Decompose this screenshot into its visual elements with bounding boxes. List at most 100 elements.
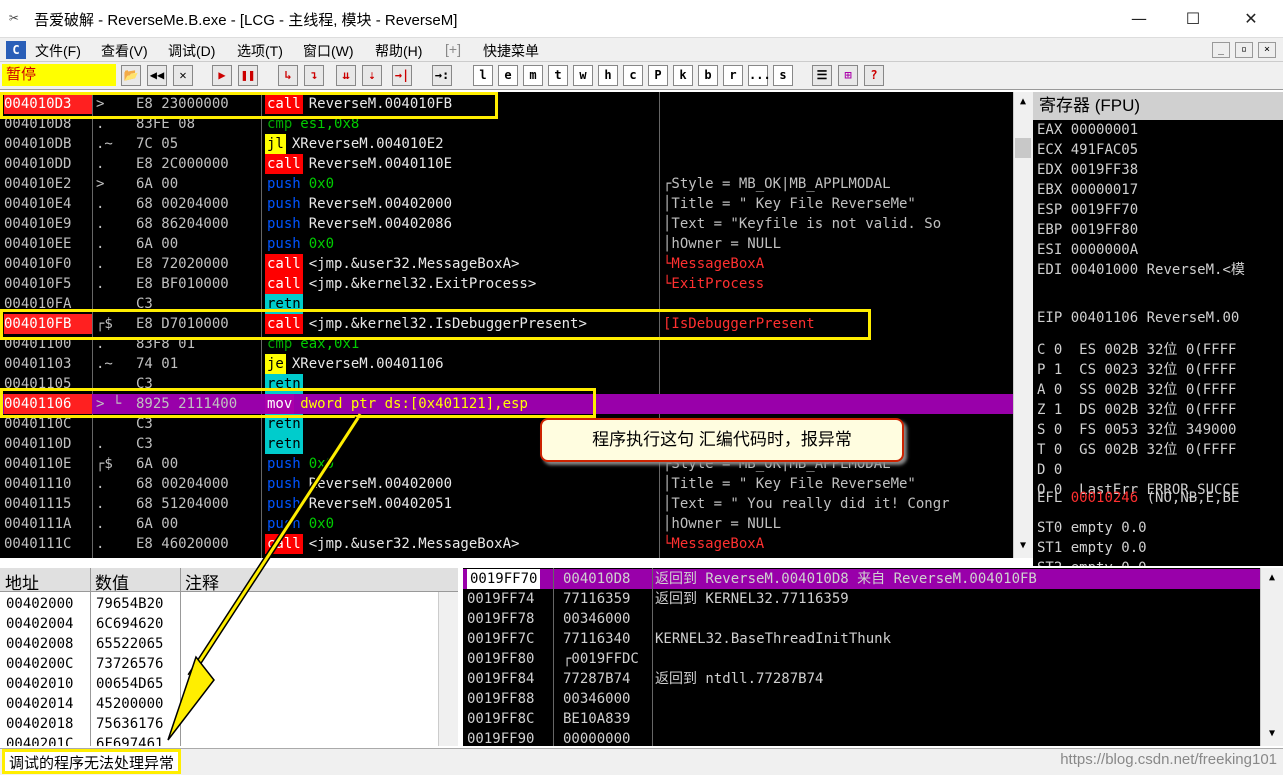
menu-file[interactable]: 文件(F) [35, 41, 81, 61]
run-button[interactable]: ▶ [212, 65, 232, 86]
register-extra: ReverseM.<模 [1146, 262, 1245, 278]
dump-address: 00402004 [6, 616, 74, 632]
disasm-address: 00401103 [4, 356, 72, 372]
disasm-marker: . [96, 496, 105, 512]
stack-scrollbar[interactable]: ▲ ▼ [1260, 568, 1283, 746]
mdi-restore-button[interactable]: ▫ [1235, 42, 1253, 58]
memory-button[interactable]: m [523, 65, 543, 86]
step-over-button[interactable]: ↴ [304, 65, 324, 86]
menu-view[interactable]: 查看(V) [101, 41, 148, 61]
breakpoints-button[interactable]: b [698, 65, 718, 86]
cpu-button[interactable]: c [623, 65, 643, 86]
fpu-row: ST1 empty 0.0 [1037, 540, 1147, 556]
disasm-marker: . [96, 516, 105, 532]
trace-over-button[interactable]: ⇣ [362, 65, 382, 86]
disasm-row[interactable]: 004010F5. E8 BF010000 call <jmp.&kernel32.E… [0, 274, 1013, 294]
threads-button[interactable]: t [548, 65, 568, 86]
pause-button[interactable]: ❚❚ [238, 65, 258, 86]
fpu-row: ST2 empty 0.0 [1037, 558, 1147, 566]
disassembly-scrollbar[interactable]: ▲ ▼ [1013, 92, 1033, 558]
dump-scrollbar[interactable] [438, 592, 458, 746]
disasm-row[interactable]: 00401103 .~ 74 01 je XReverseM.00401106 [0, 354, 1013, 374]
disasm-row[interactable]: 0040111C. E8 46020000 call <jmp.&user32.Mes… [0, 534, 1013, 554]
mdi-close-button[interactable]: × [1258, 42, 1276, 58]
disasm-row[interactable]: 004010EE. 6A 00 push 0x0 │hOwner = NULL [0, 234, 1013, 254]
title-bar: ✂ 吾爱破解 - ReverseMe.B.exe - [LCG - 主线程, 模… [0, 0, 1283, 38]
disasm-address: 004010DB [4, 136, 72, 152]
maximize-button[interactable]: ☐ [1170, 4, 1216, 34]
patches-button[interactable]: P [648, 65, 668, 86]
disasm-row[interactable]: 004010E4. 68 00204000 push ReverseM.0040200… [0, 194, 1013, 214]
disasm-hex: E8 72020000 [136, 256, 229, 272]
register-row: EAX 00000001 [1037, 120, 1147, 140]
disasm-operand: XReverseM.004010E2 [291, 136, 444, 152]
stack-row[interactable]: 0019FF70 004010D8 返回到 ReverseM.004010D8 来自… [463, 569, 1260, 589]
disasm-mnemonic: retn [265, 434, 303, 454]
restart-button[interactable]: ◀◀ [147, 65, 167, 86]
close-button[interactable]: ✕ [1228, 4, 1274, 34]
source-button[interactable]: s [773, 65, 793, 86]
help-icon[interactable]: ? [864, 65, 884, 86]
dump-col-value[interactable]: 数值 [95, 569, 129, 594]
disasm-mnemonic: push [265, 494, 303, 514]
close-debuggee-button[interactable]: ✕ [173, 65, 193, 86]
disasm-row[interactable]: 00401115. 68 51204000 push ReverseM.0040205… [0, 494, 1013, 514]
windows-button[interactable]: w [573, 65, 593, 86]
disasm-instruction: call ReverseM.0040110E [265, 154, 655, 174]
disasm-marker: . [96, 536, 105, 552]
memory-dump-pane[interactable]: 地址 数值 注释 00402000 79654B20 00402004 6C69462… [0, 568, 458, 746]
stack-row[interactable]: 0019FF74 77116359 返回到 KERNEL32.77116359 [463, 589, 1260, 609]
register-name: EAX [1037, 122, 1063, 138]
child-window-icon[interactable]: C [6, 41, 26, 59]
dump-col-address[interactable]: 地址 [5, 569, 39, 594]
open-icon[interactable]: 📂 [121, 65, 141, 86]
disasm-address: 0040110E [4, 456, 72, 472]
disasm-instruction: push 0x0 [265, 514, 655, 534]
menu-help[interactable]: 帮助(H) [375, 41, 422, 61]
stack-row[interactable]: 0019FF80 ┌0019FFDC [463, 649, 1260, 669]
paused-indicator: 暂停 [2, 64, 116, 86]
options-icon[interactable]: ⊞ [838, 65, 858, 86]
dump-address: 0040200C [6, 656, 74, 672]
disasm-instruction: push ReverseM.00402051 [265, 494, 655, 514]
stack-row[interactable]: 0019FF88 00346000 [463, 689, 1260, 709]
call-stack-button[interactable]: k [673, 65, 693, 86]
disasm-row[interactable]: 004010DD. E8 2C000000 call ReverseM.0040110… [0, 154, 1013, 174]
stack-row[interactable]: 0019FF8C BE10A839 [463, 709, 1260, 729]
log-window-button[interactable]: l [473, 65, 493, 86]
disasm-operand: 0x0 [308, 516, 335, 532]
list-view-icon[interactable]: ☰ [812, 65, 832, 86]
mdi-minimize-button[interactable]: _ [1212, 42, 1230, 58]
minimize-button[interactable]: — [1116, 4, 1162, 34]
disasm-row[interactable]: 004010F0. E8 72020000 call <jmp.&user32.Mes… [0, 254, 1013, 274]
registers-header[interactable]: 寄存器 (FPU) [1033, 92, 1283, 120]
stack-pane[interactable]: 0019FF70 004010D8 返回到 ReverseM.004010D8 来自… [463, 568, 1260, 746]
execute-till-return-button[interactable]: →| [392, 65, 412, 86]
menu-window[interactable]: 窗口(W) [303, 41, 354, 61]
stack-value: 77287B74 [563, 671, 631, 687]
menu-plugin[interactable]: [+] [445, 41, 461, 57]
dump-col-comment[interactable]: 注释 [185, 569, 219, 594]
disasm-row[interactable]: 00401110. 68 00204000 push ReverseM.0040200… [0, 474, 1013, 494]
dump-value: 73726576 [96, 656, 164, 672]
registers-pane[interactable]: 寄存器 (FPU) EAX 00000001 ECX 491FAC05 EDX … [1033, 92, 1283, 566]
step-into-button[interactable]: ↳ [278, 65, 298, 86]
disasm-row[interactable]: 004010DB .~ 7C 05 jl XReverseM.004010E2 [0, 134, 1013, 154]
run-trace-button[interactable]: ... [748, 65, 771, 86]
stack-row[interactable]: 0019FF78 00346000 [463, 609, 1260, 629]
disasm-row[interactable]: 004010E2 >6A 00 push 0x0 ┌Style = MB_OK|MB_A… [0, 174, 1013, 194]
menu-options[interactable]: 选项(T) [237, 41, 283, 61]
disasm-row[interactable]: 004010E9. 68 86204000 push ReverseM.0040208… [0, 214, 1013, 234]
menu-shortcuts[interactable]: 快捷菜单 [483, 41, 539, 61]
modules-button[interactable]: e [498, 65, 518, 86]
trace-into-button[interactable]: ⇊ [336, 65, 356, 86]
disasm-row[interactable]: 0040111A. 6A 00 push 0x0 │hOwner = NULL [0, 514, 1013, 534]
stack-row[interactable]: 0019FF90 00000000 [463, 729, 1260, 746]
menu-debug[interactable]: 调试(D) [168, 41, 215, 61]
goto-button[interactable]: →: [432, 65, 452, 86]
handles-button[interactable]: h [598, 65, 618, 86]
stack-row[interactable]: 0019FF84 77287B74 返回到 ntdll.77287B74 [463, 669, 1260, 689]
references-button[interactable]: r [723, 65, 743, 86]
stack-address: 0019FF84 [467, 671, 535, 687]
stack-row[interactable]: 0019FF7C 77116340 KERNEL32.BaseThreadInitT… [463, 629, 1260, 649]
